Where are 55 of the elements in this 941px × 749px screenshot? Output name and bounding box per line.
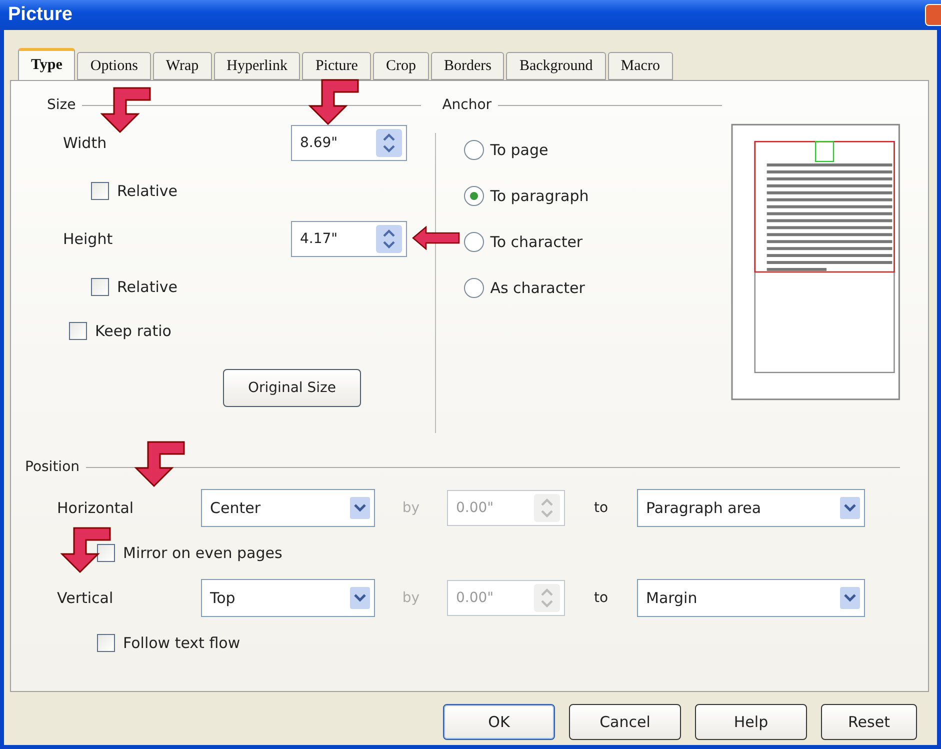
radio-button[interactable] [464,278,484,298]
dropdown[interactable]: Top [201,579,375,617]
checkbox-label: Mirror on even pages [123,544,282,562]
radio-label: As character [490,279,585,297]
radio-dot-icon [470,192,478,200]
field-label: Vertical [57,589,114,607]
radio-label: To page [490,141,548,159]
dialog-button[interactable]: OK [443,704,555,740]
checkbox-label: Keep ratio [95,322,172,340]
checkbox-label: Relative [117,182,178,200]
radio-button[interactable] [464,140,484,160]
dropdown[interactable]: Center [201,489,375,527]
original-size-button[interactable]: Original Size [223,369,361,407]
dropdown[interactable]: Paragraph area [637,489,865,527]
section-title: Size [47,97,76,113]
tab[interactable]: Type [18,48,76,80]
tab[interactable]: Background [506,52,606,80]
section-title: Anchor [442,97,492,113]
radio-button[interactable] [464,186,484,206]
tab[interactable]: Wrap [152,52,212,80]
checkbox[interactable] [91,182,109,200]
dialog-button[interactable]: Help [695,704,807,740]
dialog-button[interactable]: Cancel [569,704,681,740]
checkbox-label: Relative [117,278,178,296]
field-label: to [592,590,610,606]
checkbox[interactable] [97,634,115,652]
radio-label: To character [490,233,583,251]
spin-buttons-icon[interactable] [376,225,402,253]
field-label: Width [63,134,108,152]
checkbox-label: Follow text flow [123,634,240,652]
spin-field[interactable]: 4.17" [291,221,407,257]
close-button[interactable] [925,4,941,26]
checkbox[interactable] [91,278,109,296]
field-label: by [401,590,421,606]
checkbox[interactable] [97,544,115,562]
tab[interactable]: Options [77,52,151,80]
section-title: Position [25,459,80,475]
tab[interactable]: Borders [430,52,504,80]
tab[interactable]: Hyperlink [214,52,300,80]
field-label: Height [63,230,114,248]
arrow-icon [412,226,460,250]
spin-buttons-icon[interactable] [376,129,402,157]
spin-field[interactable]: 8.69" [291,125,407,161]
tab[interactable]: Crop [372,52,429,80]
tab[interactable]: Macro [608,52,673,80]
checkbox[interactable] [69,322,87,340]
field-label: Horizontal [57,499,135,517]
field-label: to [592,500,610,516]
window-title: Picture [8,4,72,26]
field-label: by [401,500,421,516]
radio-button[interactable] [464,232,484,252]
radio-label: To paragraph [490,187,589,205]
tab[interactable]: Picture [302,52,371,80]
dropdown[interactable]: Margin [637,579,865,617]
dialog-button[interactable]: Reset [821,704,917,740]
